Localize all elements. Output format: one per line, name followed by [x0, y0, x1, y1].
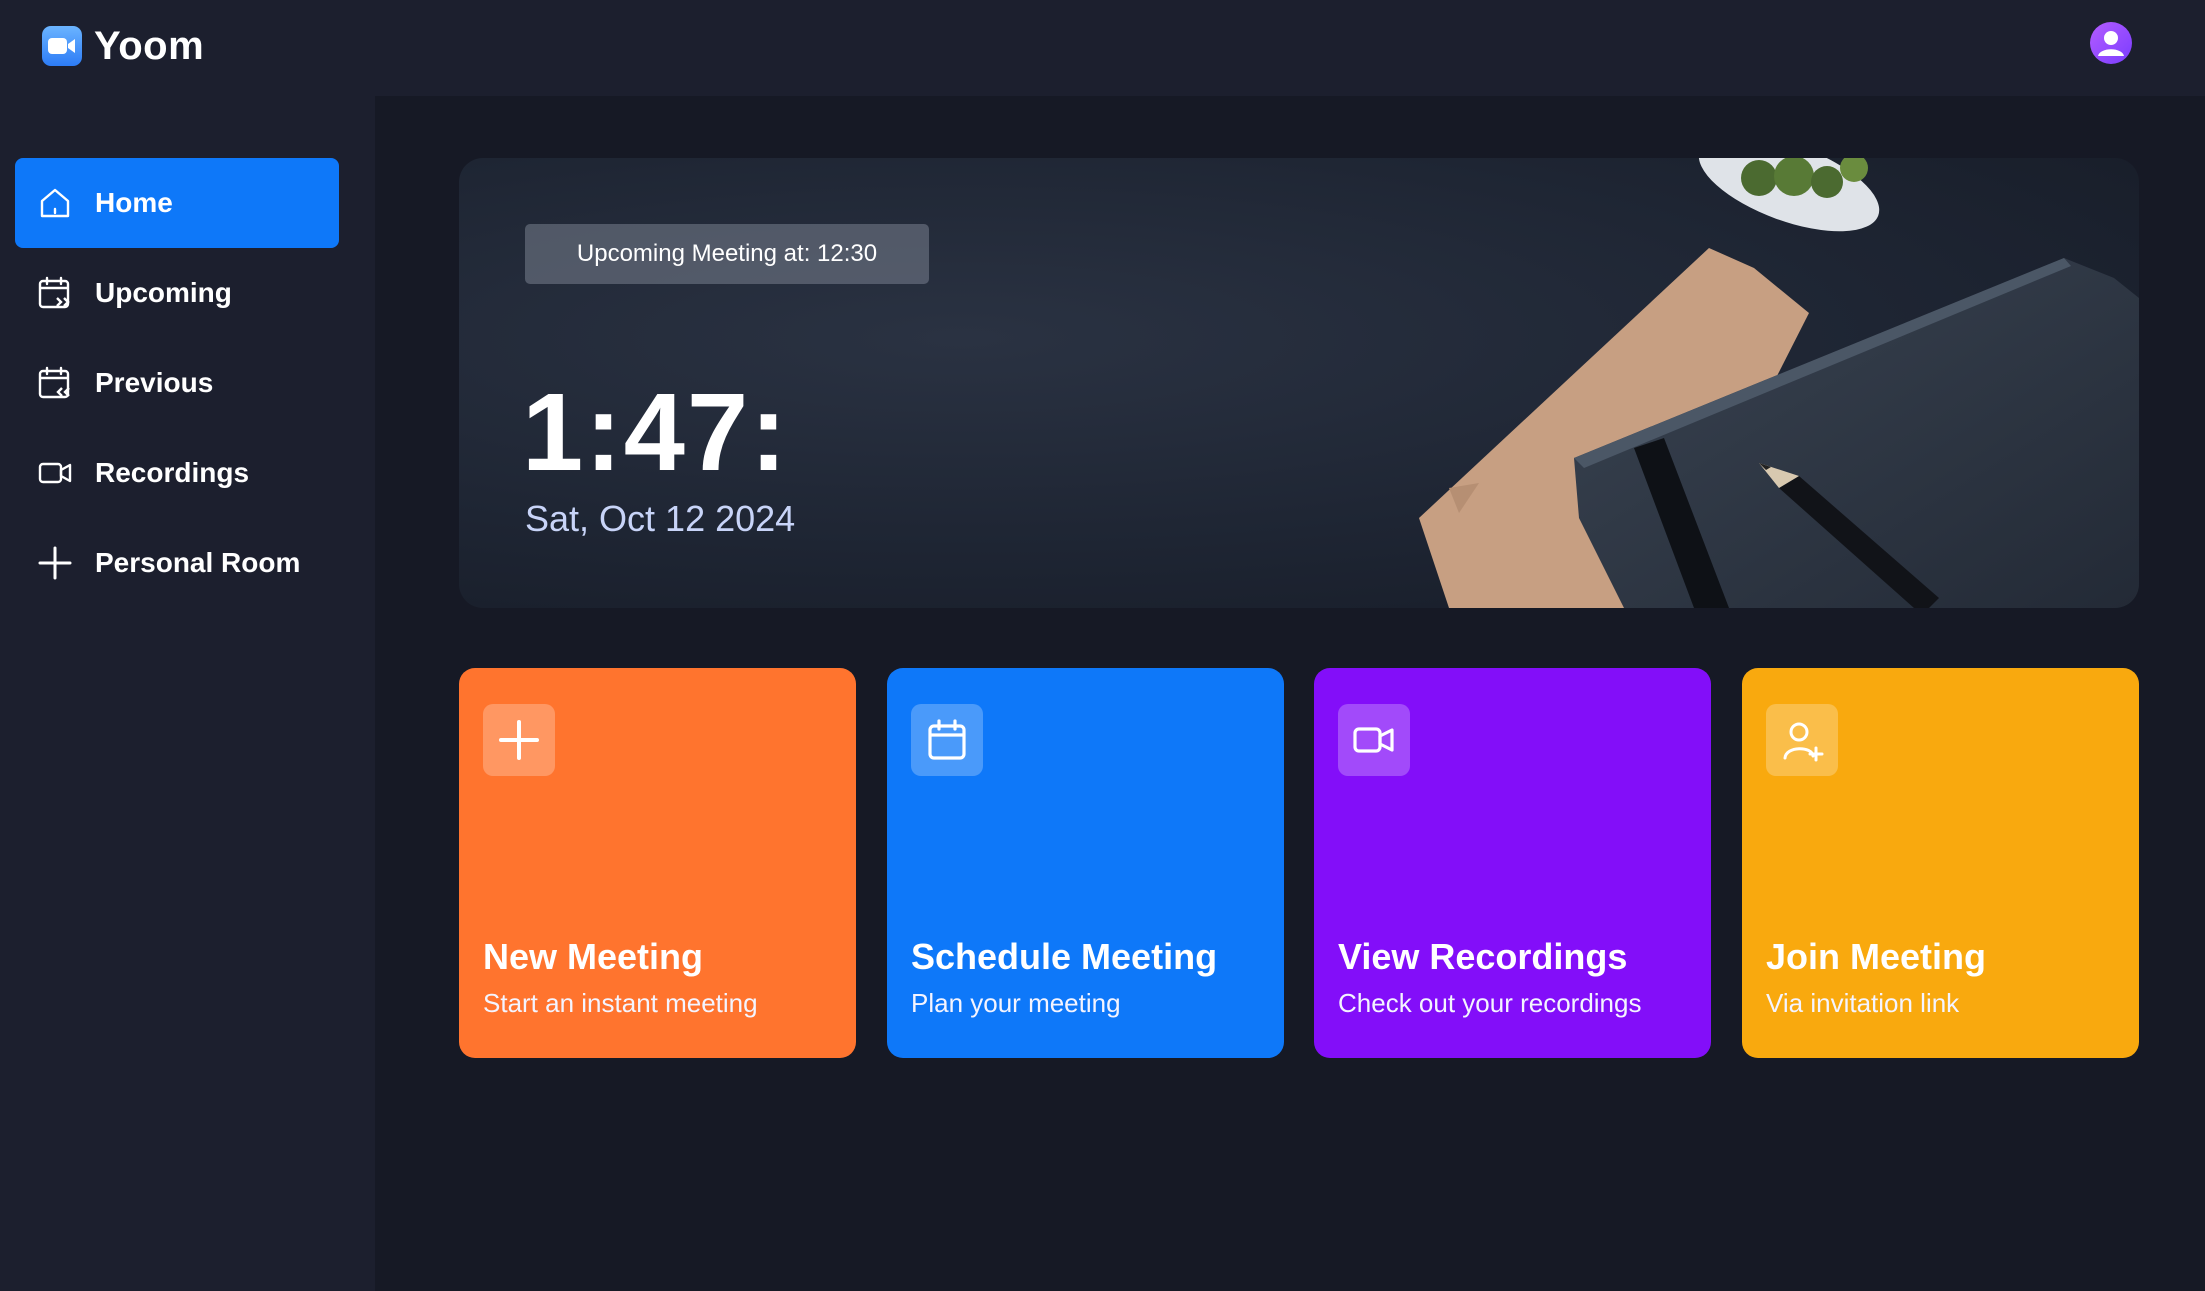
- user-avatar-button[interactable]: [2090, 22, 2132, 64]
- hero-banner: Upcoming Meeting at: 12:30 1:47: Sat, Oc…: [459, 158, 2139, 608]
- sidebar: Home Upcoming Previous Recordings Person…: [0, 96, 375, 1291]
- sidebar-item-home[interactable]: Home: [15, 158, 339, 248]
- sidebar-item-label: Home: [95, 187, 173, 218]
- view-recordings-card[interactable]: View Recordings Check out your recording…: [1314, 668, 1711, 1058]
- card-subtitle: Check out your recordings: [1338, 988, 1642, 1018]
- card-subtitle: Via invitation link: [1766, 988, 1960, 1018]
- sidebar-item-label: Recordings: [95, 457, 250, 488]
- sidebar-item-label: Personal Room: [95, 547, 301, 578]
- sidebar-item-recordings[interactable]: Recordings: [15, 428, 339, 518]
- card-icon-box: [1338, 704, 1410, 776]
- video-icon: [38, 462, 72, 484]
- card-subtitle: Start an instant meeting: [483, 988, 758, 1018]
- brand-name: Yoom: [94, 23, 205, 68]
- home-icon: [40, 188, 70, 218]
- card-icon-box: [1766, 704, 1838, 776]
- sidebar-item-label: Upcoming: [95, 277, 232, 308]
- sidebar-item-upcoming[interactable]: Upcoming: [15, 248, 339, 338]
- current-date: Sat, Oct 12 2024: [525, 498, 796, 539]
- current-time: 1:47:: [522, 371, 789, 494]
- calendar-previous-icon: [38, 366, 70, 399]
- sidebar-item-personal-room[interactable]: Personal Room: [15, 518, 339, 608]
- schedule-meeting-card[interactable]: Schedule Meeting Plan your meeting: [887, 668, 1284, 1058]
- video-icon: [1353, 727, 1394, 753]
- plus-icon: [499, 720, 539, 760]
- sidebar-item-previous[interactable]: Previous: [15, 338, 339, 428]
- upcoming-meeting-badge: Upcoming Meeting at: 12:30: [525, 224, 929, 284]
- card-subtitle: Plan your meeting: [911, 988, 1121, 1018]
- card-title: New Meeting: [483, 936, 704, 977]
- card-title: Schedule Meeting: [911, 936, 1218, 977]
- join-meeting-card[interactable]: Join Meeting Via invitation link: [1742, 668, 2139, 1058]
- top-navbar: Yoom: [0, 0, 2205, 96]
- user-plus-icon: [1783, 722, 1824, 762]
- new-meeting-card[interactable]: New Meeting Start an instant meeting: [459, 668, 856, 1058]
- sidebar-item-label: Previous: [95, 367, 214, 398]
- calendar-icon: [928, 719, 966, 760]
- card-icon-box: [483, 704, 555, 776]
- card-title: Join Meeting: [1766, 936, 1987, 977]
- video-logo-icon: [42, 26, 82, 66]
- card-icon-box: [911, 704, 983, 776]
- calendar-upcoming-icon: [38, 276, 70, 309]
- user-icon: [2098, 31, 2124, 56]
- brand-link[interactable]: Yoom: [42, 22, 204, 70]
- plus-icon: [38, 546, 72, 580]
- card-title: View Recordings: [1338, 936, 1628, 977]
